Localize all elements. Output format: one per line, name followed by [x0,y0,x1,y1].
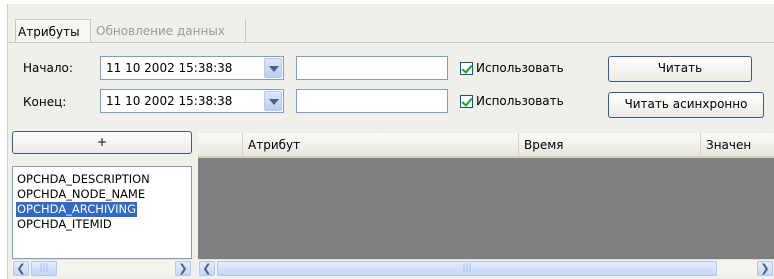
list-item[interactable]: OPCHDA_NODE_NAME [16,187,146,202]
end-text-field[interactable] [296,89,448,113]
column-header-value[interactable]: Значен [700,133,774,158]
start-use-checkbox[interactable] [460,62,473,75]
chevron-down-icon[interactable] [264,58,282,78]
end-label: Конец: [23,95,67,109]
tab-attributes[interactable]: Атрибуты [15,19,91,43]
tab-divider [7,42,774,43]
data-grid-body[interactable] [198,158,774,259]
column-header-time[interactable]: Время [518,133,700,158]
list-item[interactable]: OPCHDA_ITEMID [16,217,113,232]
arrow-left-icon[interactable]: ❮ [199,261,215,276]
chevron-down-icon[interactable] [264,91,282,111]
end-use-checkbox[interactable] [460,95,473,108]
end-use-label: Использовать [476,94,564,108]
column-header-attribute[interactable]: Атрибут [242,133,518,158]
add-attribute-button[interactable]: + [12,131,192,154]
attribute-list[interactable]: OPCHDA_DESCRIPTION OPCHDA_NODE_NAME OPCH… [12,166,192,259]
end-datetime-value: 11 10 2002 15:38:38 [106,94,233,108]
start-datetime-value: 11 10 2002 15:38:38 [106,61,233,75]
scrollbar-thumb[interactable]: ||| [217,261,717,276]
start-use-label: Использовать [476,61,564,75]
list-item[interactable]: OPCHDA_DESCRIPTION [16,172,151,187]
arrow-right-icon[interactable]: ❯ [757,261,773,276]
list-item-selected[interactable]: OPCHDA_ARCHIVING [16,202,138,217]
read-button[interactable]: Читать [608,56,752,82]
list-horizontal-scrollbar[interactable]: ❮ ||| ❯ [12,259,192,276]
arrow-right-icon[interactable]: ❯ [175,261,191,276]
scrollbar-thumb[interactable]: ||| [31,261,57,276]
arrow-left-icon[interactable]: ❮ [13,261,29,276]
start-text-field[interactable] [296,56,448,80]
grid-header: Атрибут Время Значен [198,133,774,158]
read-async-button[interactable]: Читать асинхронно [608,92,764,118]
grid-header-row-selector [198,133,242,158]
grid-horizontal-scrollbar[interactable]: ❮ ||| ❯ [198,259,774,276]
tab-data-update[interactable]: Обновление данных [94,19,246,43]
end-datetime-picker[interactable]: 11 10 2002 15:38:38 [100,89,284,113]
start-label: Начало: [23,61,73,75]
start-datetime-picker[interactable]: 11 10 2002 15:38:38 [100,56,284,80]
